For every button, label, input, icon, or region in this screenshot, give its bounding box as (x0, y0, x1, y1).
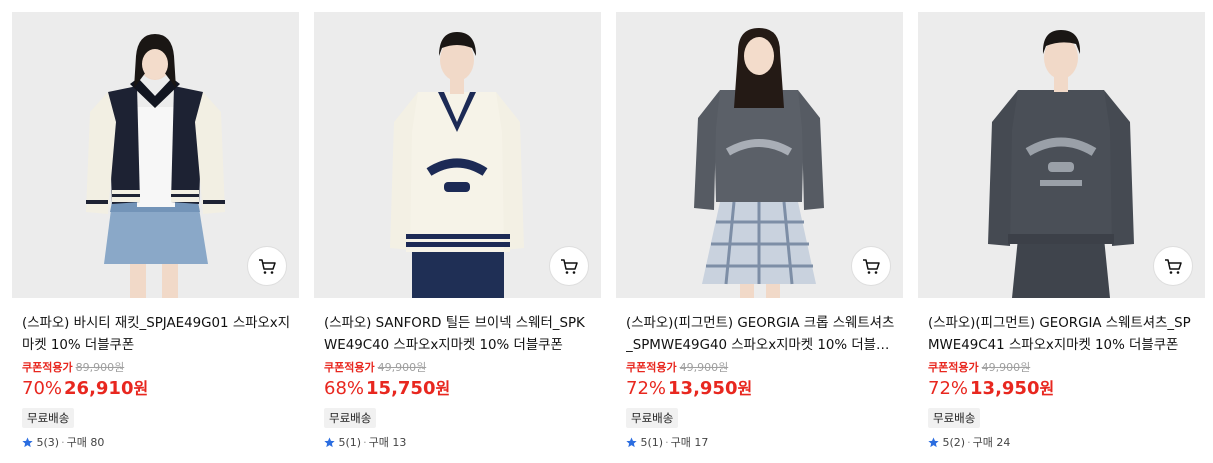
free-shipping-badge: 무료배송 (928, 408, 981, 428)
coupon-label: 쿠폰적용가 (22, 361, 73, 374)
discount-rate: 72% (928, 378, 969, 399)
add-to-cart-button[interactable] (851, 246, 891, 286)
rating-row: 5(3) · 구매 80 (22, 435, 104, 451)
product-card[interactable]: (스파오) SANFORD 틸든 브이넥 스웨터_SPKWE49C40 스파오x… (314, 12, 601, 462)
price-row: 68% 15,750원 (324, 377, 450, 401)
free-shipping-badge: 무료배송 (626, 408, 679, 428)
rating-row: 5(1) · 구매 13 (324, 435, 406, 451)
cart-icon (863, 259, 880, 274)
product-card[interactable]: (스파오)(피그먼트) GEORGIA 크롭 스웨트셔츠_SPMWE49G40 … (616, 12, 903, 462)
rating-value: 5 (942, 436, 950, 449)
coupon-price-row: 쿠폰적용가 49,900원 (928, 360, 1030, 376)
coupon-label: 쿠폰적용가 (928, 361, 979, 374)
rating-row: 5(2) · 구매 24 (928, 435, 1010, 451)
original-price: 49,900원 (377, 361, 427, 374)
product-grid: (스파오) 바시티 재킷_SPJAE49G01 스파오x지마켓 10% 더블쿠폰… (12, 12, 1205, 462)
rating-row: 5(1) · 구매 17 (626, 435, 708, 451)
product-title[interactable]: (스파오)(피그먼트) GEORGIA 스웨트셔츠_SPMWE49C41 스파오… (928, 313, 1200, 357)
coupon-label: 쿠폰적용가 (626, 361, 677, 374)
coupon-price-row: 쿠폰적용가 49,900원 (626, 360, 728, 376)
rating-value: 5 (36, 436, 44, 449)
coupon-price-row: 쿠폰적용가 49,900원 (324, 360, 426, 376)
review-count: (3) (43, 436, 60, 449)
original-price: 89,900원 (75, 361, 125, 374)
coupon-price-row: 쿠폰적용가 89,900원 (22, 360, 124, 376)
star-icon (22, 437, 33, 448)
review-count: (1) (345, 436, 362, 449)
currency-unit: 원 (1039, 379, 1055, 398)
product-card[interactable]: (스파오) 바시티 재킷_SPJAE49G01 스파오x지마켓 10% 더블쿠폰… (12, 12, 299, 462)
currency-unit: 원 (737, 379, 753, 398)
original-price: 49,900원 (679, 361, 729, 374)
product-title[interactable]: (스파오)(피그먼트) GEORGIA 크롭 스웨트셔츠_SPMWE49G40 … (626, 313, 898, 357)
coupon-label: 쿠폰적용가 (324, 361, 375, 374)
star-icon (626, 437, 637, 448)
cart-icon (259, 259, 276, 274)
price-row: 72% 13,950원 (626, 377, 752, 401)
star-icon (928, 437, 939, 448)
sale-price: 26,910 (64, 378, 134, 399)
currency-unit: 원 (435, 379, 451, 398)
rating-value: 5 (338, 436, 346, 449)
price-row: 70% 26,910원 (22, 377, 148, 401)
free-shipping-badge: 무료배송 (22, 408, 75, 428)
product-card[interactable]: (스파오)(피그먼트) GEORGIA 스웨트셔츠_SPMWE49C41 스파오… (918, 12, 1205, 462)
product-title[interactable]: (스파오) 바시티 재킷_SPJAE49G01 스파오x지마켓 10% 더블쿠폰 (22, 313, 294, 357)
purchase-count: 구매 17 (670, 436, 709, 449)
rating-value: 5 (640, 436, 648, 449)
product-title[interactable]: (스파오) SANFORD 틸든 브이넥 스웨터_SPKWE49C40 스파오x… (324, 313, 596, 357)
sale-price: 15,750 (366, 378, 436, 399)
purchase-count: 구매 80 (66, 436, 105, 449)
purchase-count: 구매 24 (972, 436, 1011, 449)
product-image[interactable] (918, 12, 1205, 298)
cart-icon (561, 259, 578, 274)
add-to-cart-button[interactable] (247, 246, 287, 286)
add-to-cart-button[interactable] (549, 246, 589, 286)
review-count: (2) (949, 436, 966, 449)
sale-price: 13,950 (970, 378, 1040, 399)
product-image[interactable] (314, 12, 601, 298)
product-image[interactable] (616, 12, 903, 298)
sale-price: 13,950 (668, 378, 738, 399)
add-to-cart-button[interactable] (1153, 246, 1193, 286)
cart-icon (1165, 259, 1182, 274)
free-shipping-badge: 무료배송 (324, 408, 377, 428)
currency-unit: 원 (133, 379, 149, 398)
discount-rate: 72% (626, 378, 667, 399)
purchase-count: 구매 13 (368, 436, 407, 449)
star-icon (324, 437, 335, 448)
original-price: 49,900원 (981, 361, 1031, 374)
discount-rate: 70% (22, 378, 63, 399)
review-count: (1) (647, 436, 664, 449)
discount-rate: 68% (324, 378, 365, 399)
price-row: 72% 13,950원 (928, 377, 1054, 401)
product-image[interactable] (12, 12, 299, 298)
